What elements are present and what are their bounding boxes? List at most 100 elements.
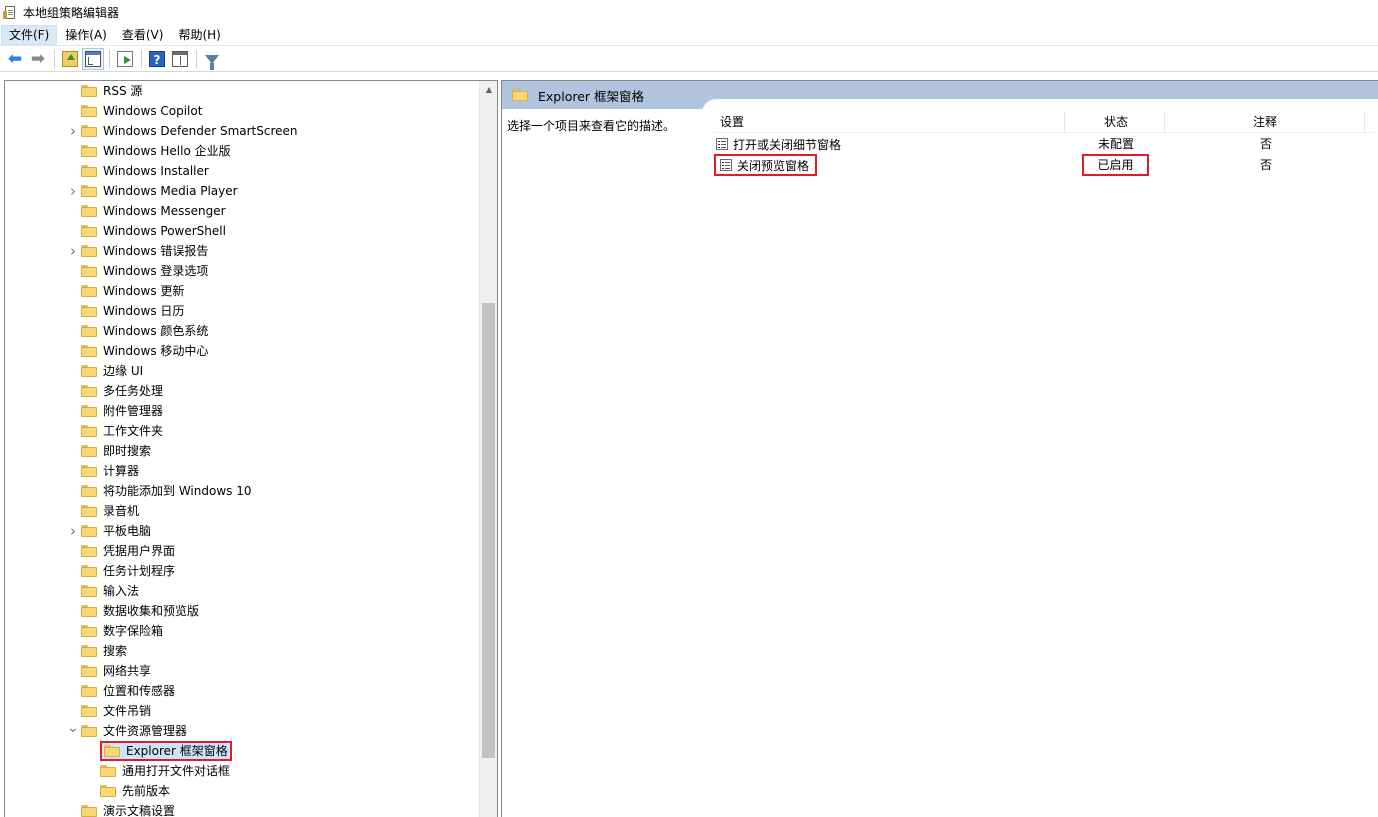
tree-item[interactable]: 录音机	[81, 501, 139, 521]
tree-item-label: 即时搜索	[103, 444, 152, 458]
tree-item[interactable]: 多任务处理	[81, 381, 163, 401]
tree-item[interactable]: 即时搜索	[81, 441, 151, 461]
tree-item[interactable]: 通用打开文件对话框	[100, 761, 230, 781]
tree-item[interactable]: 数字保险箱	[81, 621, 163, 641]
column-separator[interactable]	[1364, 111, 1365, 133]
menu-file[interactable]: 文件(F)	[1, 24, 58, 45]
forward-button[interactable]: ➡	[27, 48, 49, 70]
menu-view[interactable]: 查看(V)	[115, 25, 171, 45]
tree-item[interactable]: Windows 日历	[81, 301, 184, 321]
tree-item[interactable]: › Windows 错误报告	[70, 241, 208, 261]
folder-icon	[81, 105, 97, 117]
folder-icon	[81, 225, 97, 237]
tree-item-label: Windows 更新	[103, 284, 185, 298]
tree-item[interactable]: Explorer 框架窗格	[100, 741, 232, 761]
tree-item-label: Explorer 框架窗格	[126, 744, 228, 758]
title-bar: 本地组策略编辑器	[0, 0, 1378, 24]
column-state[interactable]: 状态	[1104, 111, 1128, 133]
menu-help[interactable]: 帮助(H)	[171, 25, 227, 45]
tree-item[interactable]: › 平板电脑	[70, 521, 151, 541]
export-list-button[interactable]	[114, 48, 136, 70]
setting-state: 未配置	[1097, 137, 1134, 151]
help-button[interactable]: ?	[146, 48, 168, 70]
tree-item-label: RSS 源	[103, 84, 143, 98]
tree-pane: RSS 源 Windows Copilot › Windows Defender Sm…	[4, 80, 498, 817]
toolbar-separator	[54, 50, 55, 68]
folder-icon	[81, 605, 97, 617]
tree-item[interactable]: 网络共享	[81, 661, 151, 681]
column-comment[interactable]: 注释	[1253, 111, 1277, 133]
expand-chevron-icon[interactable]: ›	[68, 241, 78, 261]
tree-item[interactable]: Windows PowerShell	[81, 221, 226, 241]
back-button[interactable]: ⬅	[4, 48, 26, 70]
folder-icon	[81, 365, 97, 377]
tree-item[interactable]: Windows Copilot	[81, 101, 202, 121]
tree-item[interactable]: 输入法	[81, 581, 139, 601]
expand-chevron-icon[interactable]: ›	[68, 181, 78, 201]
tree-item[interactable]: Windows Installer	[81, 161, 209, 181]
tree-item[interactable]: 边缘 UI	[81, 361, 143, 381]
show-hide-tree-icon	[85, 51, 101, 67]
menu-action[interactable]: 操作(A)	[58, 25, 114, 45]
tree-item[interactable]: Windows 颜色系统	[81, 321, 208, 341]
tree-item[interactable]: Windows Messenger	[81, 201, 226, 221]
collapse-chevron-icon[interactable]: ⌄	[67, 718, 79, 738]
folder-icon	[81, 445, 97, 457]
tree-scrollbar[interactable]: ▲	[479, 81, 497, 817]
folder-icon	[81, 345, 97, 357]
show-hide-tree-button[interactable]	[82, 48, 104, 70]
tree-item[interactable]: RSS 源	[81, 81, 142, 101]
tree-item[interactable]: 凭据用户界面	[81, 541, 175, 561]
tree-item[interactable]: 工作文件夹	[81, 421, 163, 441]
column-separator[interactable]	[1064, 111, 1065, 133]
tree-item-label: Windows Media Player	[103, 184, 238, 198]
folder-icon	[81, 525, 97, 537]
toolbar-separator	[141, 50, 142, 68]
folder-icon	[81, 145, 97, 157]
setting-state-highlighted: 已启用	[1082, 154, 1149, 176]
setting-row[interactable]: 打开或关闭细节窗格 未配置 否	[714, 134, 1374, 154]
list-header: 设置 状态 注释	[714, 111, 1374, 133]
tree-item[interactable]: 将功能添加到 Windows 10	[81, 481, 251, 501]
tree-item-label: 数据收集和预览版	[103, 604, 200, 618]
tree-item-label: 演示文稿设置	[103, 804, 176, 817]
tree-item[interactable]: › Windows Defender SmartScreen	[70, 121, 298, 141]
tree-item[interactable]: ⌄ 文件资源管理器	[67, 720, 188, 741]
tree-item[interactable]: 先前版本	[100, 781, 170, 801]
tree-item[interactable]: Windows 移动中心	[81, 341, 208, 361]
scroll-up-icon[interactable]: ▲	[480, 81, 497, 98]
tree-item[interactable]: 计算器	[81, 461, 139, 481]
view-pane-button[interactable]	[169, 48, 191, 70]
tree-item[interactable]: Windows 更新	[81, 281, 184, 301]
scrollbar-thumb[interactable]	[482, 303, 495, 758]
tree-item-label: 先前版本	[122, 784, 171, 798]
setting-comment: 否	[1259, 137, 1272, 151]
tree-item[interactable]: Windows Hello 企业版	[81, 141, 231, 161]
tree-item[interactable]: 演示文稿设置	[81, 801, 175, 817]
up-one-level-button[interactable]	[59, 48, 81, 70]
folder-icon	[512, 89, 528, 101]
folder-icon	[81, 245, 97, 257]
tree-item[interactable]: 文件吊销	[81, 701, 151, 721]
tree-item[interactable]: Windows 登录选项	[81, 261, 208, 281]
setting-row[interactable]: 关闭预览窗格 已启用 否	[714, 154, 1374, 176]
folder-icon	[81, 205, 97, 217]
filter-button[interactable]	[201, 48, 223, 70]
folder-icon	[104, 745, 120, 757]
tree-item[interactable]: 搜索	[81, 641, 127, 661]
tree-item-label: 文件资源管理器	[103, 724, 188, 738]
details-header-title: Explorer 框架窗格	[538, 88, 645, 104]
tree-item[interactable]: 数据收集和预览版	[81, 601, 199, 621]
expand-chevron-icon[interactable]: ›	[68, 521, 78, 541]
setting-name: 打开或关闭细节窗格	[714, 134, 841, 154]
tree-item[interactable]: 附件管理器	[81, 401, 163, 421]
expand-chevron-icon[interactable]: ›	[68, 121, 78, 141]
tree-item-label: 录音机	[103, 504, 140, 518]
tree-item[interactable]: 位置和传感器	[81, 681, 175, 701]
back-arrow-icon: ⬅	[7, 48, 23, 69]
tree-item[interactable]: 任务计划程序	[81, 561, 175, 581]
column-separator[interactable]	[1164, 111, 1165, 133]
tree-item[interactable]: › Windows Media Player	[70, 181, 238, 201]
column-setting[interactable]: 设置	[720, 111, 744, 133]
tree-item-label: 文件吊销	[103, 704, 152, 718]
